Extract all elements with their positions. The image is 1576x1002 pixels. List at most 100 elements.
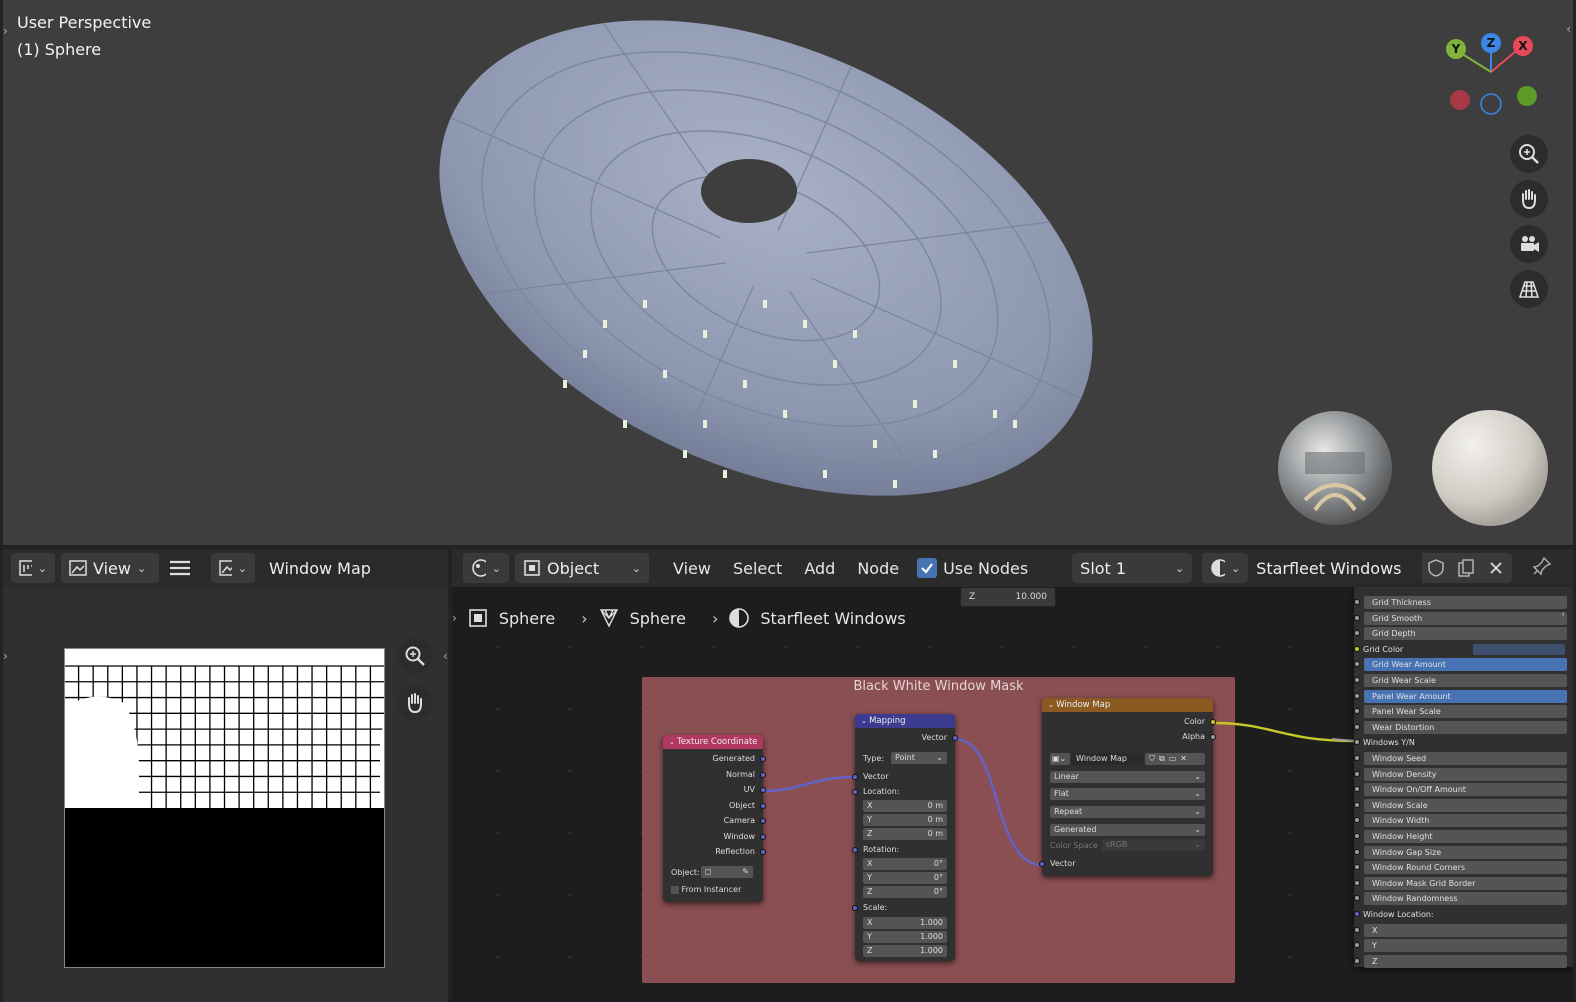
socket-object[interactable] xyxy=(760,803,766,809)
location-x-field[interactable]: X0 m xyxy=(863,800,947,812)
group-input-row[interactable]: Window Width xyxy=(1364,814,1567,828)
node-window-map-image-texture[interactable]: ⌄ Window Map Color Alpha ▣⌄ Window Map ⛉… xyxy=(1039,698,1216,876)
input-socket[interactable] xyxy=(1354,677,1360,683)
scale-x-field[interactable]: X 1.000 xyxy=(863,917,947,929)
group-input-row[interactable]: Wear Distortion xyxy=(1364,720,1567,734)
editor-type-dropdown[interactable]: ⌄ xyxy=(11,553,55,583)
group-input-row[interactable]: Grid Thickness xyxy=(1364,596,1567,609)
rotation-z-field[interactable]: Z 0° xyxy=(863,886,947,898)
group-input-row[interactable]: Window Round Corners xyxy=(1364,861,1567,875)
socket-out-color[interactable] xyxy=(1210,719,1216,725)
shader-node-editor[interactable]: ⌄ Object ⌄ View Select Add Node Use Nodes… xyxy=(452,549,1573,1002)
image-browse-dropdown[interactable]: ⌄ xyxy=(211,553,255,583)
socket-uv[interactable] xyxy=(760,787,766,793)
group-input-row[interactable]: X xyxy=(1364,923,1567,937)
socket-in-vector[interactable] xyxy=(1039,861,1045,867)
socket-rotation[interactable] xyxy=(852,847,858,853)
group-input-row[interactable]: Window Randomness xyxy=(1364,892,1567,906)
group-input-row[interactable]: Grid Color xyxy=(1363,643,1566,656)
node-group-inputs[interactable]: Grid Thickness Grid Smooth Grid Depth Grid … xyxy=(1354,587,1573,968)
group-input-row[interactable]: Window Density xyxy=(1364,767,1567,781)
node-texture-coordinate[interactable]: ⌄ Texture Coordinate Generated Normal UV… xyxy=(663,735,766,902)
projection-dropdown[interactable]: Flat ⌄ xyxy=(1050,788,1205,800)
from-instancer-checkbox[interactable]: From Instancer xyxy=(671,885,741,894)
image-editor[interactable]: ⌄ View ⌄ ⌄ Window Map › ‹ xyxy=(3,549,448,1002)
input-socket[interactable] xyxy=(1354,864,1360,871)
tool-shelf-toggle-icon[interactable]: › xyxy=(3,649,8,663)
group-input-row[interactable]: Grid Wear Amount xyxy=(1364,658,1567,672)
scale-z-field[interactable]: Z 1.000 xyxy=(863,945,947,957)
image-browse-icon[interactable]: ▣⌄ xyxy=(1050,753,1070,765)
socket-scale[interactable] xyxy=(852,905,858,911)
input-socket[interactable] xyxy=(1354,817,1360,824)
group-input-row[interactable]: Panel Wear Amount xyxy=(1364,689,1567,703)
socket-in-vector[interactable] xyxy=(852,774,858,780)
group-input-row[interactable]: Window Location: xyxy=(1363,908,1566,921)
input-socket[interactable] xyxy=(1354,661,1360,668)
group-input-row[interactable]: Windows Y/N xyxy=(1363,736,1566,749)
object-picker-field[interactable]: ◻ ✎ xyxy=(701,866,753,878)
input-socket[interactable] xyxy=(1354,645,1360,652)
scale-y-field[interactable]: Y 1.000 xyxy=(863,931,947,943)
image-name-field[interactable]: Window Map xyxy=(1072,753,1144,765)
group-input-row[interactable]: Grid Wear Scale xyxy=(1364,674,1567,687)
input-socket[interactable] xyxy=(1354,879,1360,886)
image-name-field[interactable]: Window Map xyxy=(261,553,431,583)
zoom-icon[interactable] xyxy=(397,638,433,674)
input-socket[interactable] xyxy=(1354,926,1360,933)
rotation-x-field[interactable]: X 0° xyxy=(863,858,947,870)
socket-normal[interactable] xyxy=(760,772,766,778)
input-socket[interactable] xyxy=(1354,692,1360,699)
3d-viewport[interactable]: User Perspective (1) Sphere › ‹ Z X Y xyxy=(3,0,1573,545)
group-input-row[interactable]: Window Scale xyxy=(1364,798,1567,812)
group-input-row[interactable]: Grid Smooth xyxy=(1364,611,1567,625)
input-socket[interactable] xyxy=(1354,801,1360,808)
navigation-gizmo[interactable]: Z X Y xyxy=(1438,28,1548,118)
color-space-dropdown[interactable]: sRGB ⌄ xyxy=(1102,839,1205,851)
input-socket[interactable] xyxy=(1354,723,1360,730)
source-dropdown[interactable]: Generated ⌄ xyxy=(1050,824,1205,836)
group-input-row[interactable]: Window On/Off Amount xyxy=(1364,783,1567,797)
input-socket[interactable] xyxy=(1354,770,1360,777)
socket-generated[interactable] xyxy=(760,756,766,762)
node-mapping[interactable]: ⌄ Mapping Vector Type: Point ⌄ Vector Loc… xyxy=(852,714,958,961)
extension-dropdown[interactable]: Repeat ⌄ xyxy=(1050,806,1205,818)
group-input-row[interactable]: Window Gap Size xyxy=(1364,845,1567,859)
input-socket[interactable] xyxy=(1354,833,1360,839)
socket-out-vector[interactable] xyxy=(952,735,958,741)
perspective-grid-icon[interactable] xyxy=(1510,270,1548,308)
rotation-y-field[interactable]: Y 0° xyxy=(863,872,947,884)
image-actions-icons[interactable]: ⛉⧉▭✕ xyxy=(1145,753,1205,765)
input-socket[interactable] xyxy=(1354,630,1360,637)
input-socket[interactable] xyxy=(1354,708,1360,715)
sidebar-toggle-icon[interactable]: ‹ xyxy=(443,649,448,663)
input-socket[interactable] xyxy=(1354,911,1360,917)
group-input-row[interactable]: Window Height xyxy=(1364,830,1567,843)
interpolation-dropdown[interactable]: Linear ⌄ xyxy=(1050,771,1205,783)
pan-hand-icon[interactable] xyxy=(397,685,433,721)
input-socket[interactable] xyxy=(1354,942,1360,949)
input-socket[interactable] xyxy=(1354,848,1360,855)
hamburger-menu-icon[interactable] xyxy=(165,559,195,577)
socket-window[interactable] xyxy=(760,834,766,840)
input-socket[interactable] xyxy=(1354,786,1360,793)
camera-icon[interactable] xyxy=(1510,225,1548,263)
group-input-row[interactable]: Panel Wear Scale xyxy=(1364,705,1567,719)
input-socket[interactable] xyxy=(1354,957,1360,964)
input-socket[interactable] xyxy=(1354,739,1360,746)
socket-reflection[interactable] xyxy=(760,849,766,855)
input-socket[interactable] xyxy=(1354,895,1360,902)
pan-hand-icon[interactable] xyxy=(1510,180,1548,218)
group-input-row[interactable]: Z xyxy=(1364,954,1567,968)
location-y-field[interactable]: Y0 m xyxy=(863,814,947,826)
group-input-row[interactable]: Grid Depth xyxy=(1364,627,1567,641)
input-socket[interactable] xyxy=(1354,599,1360,605)
socket-out-alpha[interactable] xyxy=(1210,734,1216,740)
zoom-icon[interactable] xyxy=(1510,135,1548,173)
input-socket[interactable] xyxy=(1354,614,1360,621)
collapse-arrow-icon[interactable]: ‹ xyxy=(1561,609,1565,620)
socket-camera[interactable] xyxy=(760,818,766,824)
input-socket[interactable] xyxy=(1354,755,1360,761)
group-input-row[interactable]: Y xyxy=(1364,939,1567,953)
group-input-row[interactable]: Window Mask Grid Border xyxy=(1364,876,1567,890)
